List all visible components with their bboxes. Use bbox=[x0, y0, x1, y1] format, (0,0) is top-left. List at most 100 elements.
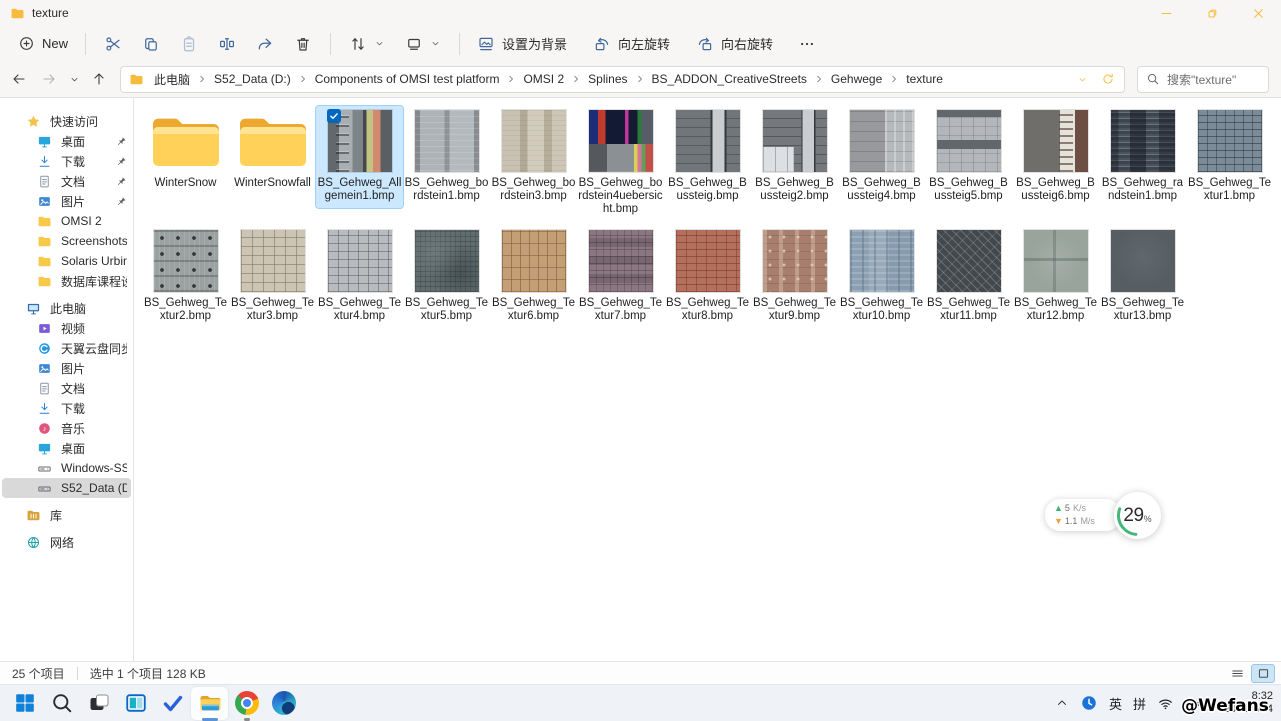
folder-tile[interactable]: WinterSnowfall bbox=[229, 106, 316, 195]
file-tile[interactable]: BS_Gehweg_Textur2.bmp bbox=[142, 226, 229, 328]
chrome-taskbar-icon[interactable] bbox=[228, 687, 265, 720]
file-tile[interactable]: BS_Gehweg_Bussteig2.bmp bbox=[751, 106, 838, 208]
minimize-button[interactable] bbox=[1143, 0, 1189, 26]
breadcrumb-item[interactable]: Splines bbox=[582, 69, 633, 89]
breadcrumb-item[interactable]: Components of OMSI test platform bbox=[309, 69, 506, 89]
explorer-taskbar-icon[interactable] bbox=[191, 687, 228, 720]
sidebar-item[interactable]: 快速访问 bbox=[2, 111, 131, 131]
sidebar-item[interactable]: S52_Data (D:) bbox=[2, 478, 131, 498]
sidebar-item[interactable]: 库 bbox=[2, 505, 131, 525]
paste-button[interactable] bbox=[171, 30, 207, 58]
file-tile[interactable]: BS_Gehweg_Textur1.bmp bbox=[1186, 106, 1273, 208]
breadcrumb-item[interactable]: S52_Data (D:) bbox=[208, 69, 297, 89]
sidebar-item[interactable]: 桌面 bbox=[2, 131, 131, 151]
tray-expand-icon[interactable] bbox=[1055, 696, 1069, 710]
copy-button[interactable] bbox=[133, 30, 169, 58]
recent-locations-button[interactable] bbox=[66, 66, 82, 92]
cut-button[interactable] bbox=[95, 30, 131, 58]
close-button[interactable] bbox=[1235, 0, 1281, 26]
selected-checkbox-icon[interactable] bbox=[327, 109, 341, 123]
rotate-right-button[interactable]: 向右旋转 bbox=[688, 29, 781, 58]
sidebar-item[interactable]: Solaris Urbino PL bbox=[2, 251, 131, 271]
view-dropdown-button[interactable] bbox=[396, 30, 450, 58]
file-tile[interactable]: BS_Gehweg_Bussteig.bmp bbox=[664, 106, 751, 208]
breadcrumb-item[interactable]: 此电脑 bbox=[148, 68, 196, 91]
ime-mode-indicator[interactable]: 拼 bbox=[1133, 694, 1146, 713]
breadcrumb-item[interactable]: OMSI 2 bbox=[517, 69, 570, 89]
sidebar-item[interactable]: 天翼云盘同步盘 bbox=[2, 338, 131, 358]
refresh-button[interactable] bbox=[1096, 68, 1120, 90]
todo-taskbar-icon[interactable] bbox=[154, 687, 191, 720]
file-tile[interactable]: BS_Gehweg_Textur8.bmp bbox=[664, 226, 751, 328]
address-box[interactable]: 此电脑 S52_Data (D:) Components of OMSI test … bbox=[120, 66, 1125, 93]
file-tile[interactable]: BS_Gehweg_Textur3.bmp bbox=[229, 226, 316, 328]
rotate-left-button[interactable]: 向左旋转 bbox=[585, 29, 678, 58]
file-tile[interactable]: BS_Gehweg_bordstein4uebersicht.bmp bbox=[577, 106, 664, 221]
minimize-icon bbox=[1159, 6, 1174, 21]
delete-button[interactable] bbox=[285, 30, 321, 58]
search-box[interactable]: 搜索"texture" bbox=[1137, 66, 1269, 93]
sidebar-item[interactable]: 图片 bbox=[2, 191, 131, 211]
pin-icon bbox=[116, 136, 127, 147]
sidebar-item[interactable]: 文档 bbox=[2, 171, 131, 191]
back-button[interactable] bbox=[6, 66, 32, 92]
file-tile[interactable]: BS_Gehweg_Bussteig4.bmp bbox=[838, 106, 925, 208]
forward-button[interactable] bbox=[36, 66, 62, 92]
sidebar-item[interactable]: ♪ 音乐 bbox=[2, 418, 131, 438]
breadcrumb-item[interactable]: Gehwege bbox=[825, 69, 888, 89]
sidebar-item[interactable]: 网络 bbox=[2, 532, 131, 552]
file-tile[interactable]: BS_Gehweg_Textur7.bmp bbox=[577, 226, 664, 328]
sidebar-item[interactable]: 视频 bbox=[2, 318, 131, 338]
sidebar-item[interactable]: OMSI 2 bbox=[2, 211, 131, 231]
file-tile[interactable]: BS_Gehweg_Textur10.bmp bbox=[838, 226, 925, 328]
file-tile[interactable]: BS_Gehweg_Textur13.bmp bbox=[1099, 226, 1186, 328]
usage-circle[interactable]: 29 % bbox=[1114, 492, 1161, 539]
sidebar-item[interactable]: Windows-SSD (C:) bbox=[2, 458, 131, 478]
file-tile[interactable]: BS_Gehweg_Textur5.bmp bbox=[403, 226, 490, 328]
sidebar-item[interactable]: 下载 bbox=[2, 398, 131, 418]
file-tile[interactable]: BS_Gehweg_Bussteig5.bmp bbox=[925, 106, 1012, 208]
large-icons-view-button[interactable] bbox=[1251, 664, 1275, 683]
sidebar-item[interactable]: 此电脑 bbox=[2, 298, 131, 318]
file-tile[interactable]: BS_Gehweg_bordstein3.bmp bbox=[490, 106, 577, 208]
sidebar-item[interactable]: 下载 bbox=[2, 151, 131, 171]
file-tile[interactable]: BS_Gehweg_bordstein1.bmp bbox=[403, 106, 490, 208]
file-tile[interactable]: BS_Gehweg_Textur12.bmp bbox=[1012, 226, 1099, 328]
details-view-button[interactable] bbox=[1225, 664, 1249, 683]
boards-taskbar-icon[interactable] bbox=[117, 687, 154, 720]
breadcrumb-item[interactable]: BS_ADDON_CreativeStreets bbox=[646, 69, 813, 89]
wallpaper-button[interactable]: 设置为背景 bbox=[469, 29, 575, 58]
file-tile[interactable]: BS_Gehweg_Textur9.bmp bbox=[751, 226, 838, 328]
sidebar-item[interactable]: Screenshots bbox=[2, 231, 131, 251]
ime-language-indicator[interactable]: 英 bbox=[1109, 694, 1122, 713]
share-button[interactable] bbox=[247, 30, 283, 58]
start-taskbar-icon[interactable] bbox=[6, 687, 43, 720]
clock-app-tray-icon[interactable] bbox=[1080, 694, 1098, 712]
address-dropdown-button[interactable] bbox=[1070, 68, 1094, 90]
file-tile[interactable]: BS_Gehweg_Textur11.bmp bbox=[925, 226, 1012, 328]
sort-dropdown-button[interactable] bbox=[340, 30, 394, 58]
sidebar-item[interactable]: 图片 bbox=[2, 358, 131, 378]
edge-taskbar-icon[interactable] bbox=[265, 687, 302, 720]
taskview-taskbar-icon[interactable] bbox=[80, 687, 117, 720]
more-options-button[interactable] bbox=[789, 30, 825, 58]
file-tile[interactable]: BS_Gehweg_Allgemein1.bmp bbox=[316, 106, 403, 208]
file-tile[interactable]: BS_Gehweg_Textur4.bmp bbox=[316, 226, 403, 328]
toolbar-divider bbox=[330, 33, 331, 55]
up-button[interactable] bbox=[86, 66, 112, 92]
sidebar-item[interactable]: 桌面 bbox=[2, 438, 131, 458]
breadcrumb-item[interactable]: texture bbox=[900, 69, 949, 89]
content-pane[interactable]: WinterSnow WinterSnowfallBS_Gehweg_Allge… bbox=[134, 98, 1281, 661]
search-taskbar-icon[interactable] bbox=[43, 687, 80, 720]
file-tile[interactable]: BS_Gehweg_Textur6.bmp bbox=[490, 226, 577, 328]
sidebar-item[interactable]: 数据库课程设计 bbox=[2, 271, 131, 291]
sidebar-item[interactable]: 文档 bbox=[2, 378, 131, 398]
file-tile[interactable]: BS_Gehweg_randstein1.bmp bbox=[1099, 106, 1186, 208]
new-button[interactable]: New bbox=[10, 30, 76, 57]
file-name: BS_Gehweg_Bussteig4.bmp bbox=[839, 177, 924, 203]
file-tile[interactable]: BS_Gehweg_Bussteig6.bmp bbox=[1012, 106, 1099, 208]
net-speed-monitor-widget[interactable]: ▲ 5 K/s ▼ 1.1 M/s 29 % bbox=[1045, 492, 1161, 542]
folder-tile[interactable]: WinterSnow bbox=[142, 106, 229, 195]
rename-button[interactable] bbox=[209, 30, 245, 58]
restore-button[interactable] bbox=[1189, 0, 1235, 26]
